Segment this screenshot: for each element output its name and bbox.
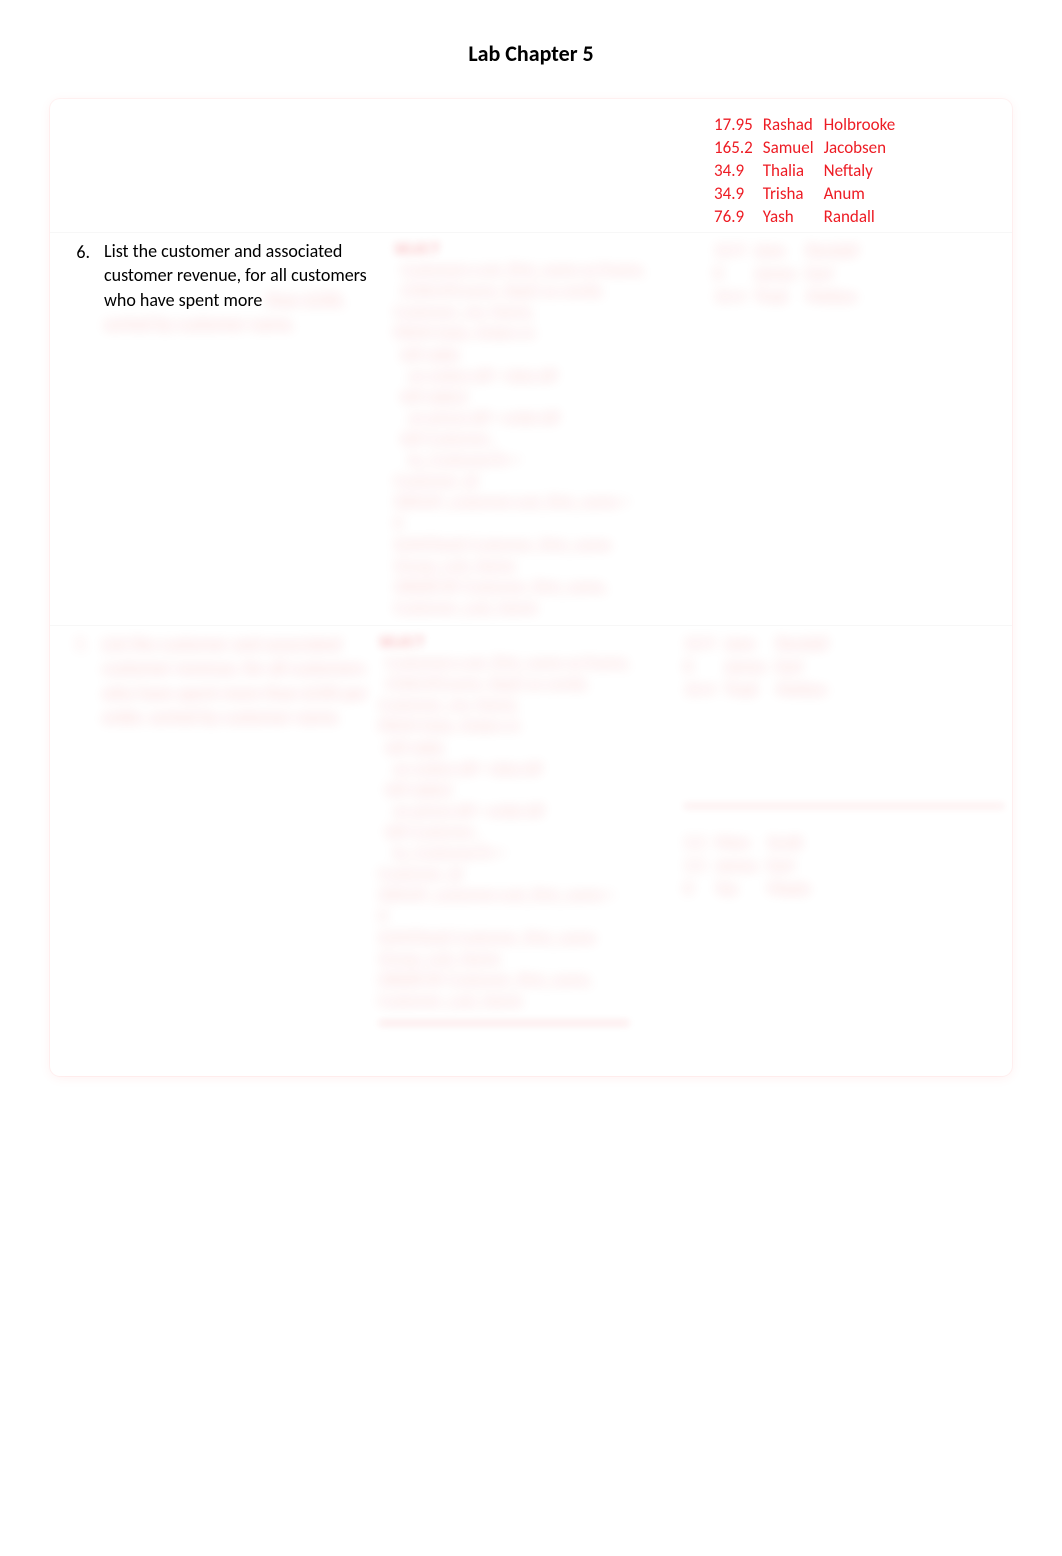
divider	[684, 805, 1004, 807]
sql-body: Customers.cust_first_name as fname, CONC…	[394, 260, 698, 619]
question-text-hidden: List the customer and associated custome…	[102, 633, 367, 728]
table-row: 76.9YashRandall	[714, 205, 905, 228]
sql-keyword: SELECT	[394, 239, 698, 260]
table-row: 14.9JaneRandall	[714, 239, 868, 262]
table-row: 165.2SamuelJacobsen	[714, 136, 905, 159]
table-row: 3.5MarcScott	[684, 831, 820, 854]
question-row-6: 6. List the customer and associated cust…	[50, 232, 1012, 625]
question-number: 7.	[58, 632, 102, 656]
table-row: 17.95RashadHolbrooke	[714, 113, 905, 136]
table-row: 14.4ThaliMelton	[714, 285, 868, 308]
divider	[379, 1022, 629, 1024]
result-table-prev: 17.95RashadHolbrooke 165.2SamuelJacobsen…	[714, 113, 905, 228]
prev-result-row: 17.95RashadHolbrooke 165.2SamuelJacobsen…	[50, 107, 1012, 232]
sql-body: Customers.cust_first_name as fname, CONC…	[379, 653, 668, 1012]
table-row: 0JamesEarl	[684, 655, 838, 678]
table-row: 34.9ThaliaNeftaly	[714, 159, 905, 182]
page-title: Lab Chapter 5	[20, 40, 1042, 67]
result-table-7b: 3.5MarcScott 3.5JamesEarl 0YazMaxie	[684, 831, 820, 900]
table-row: 14.4ThaliMelton	[684, 678, 838, 701]
result-table-7a: 14.9JaneRandall 0JamesEarl 14.4ThaliMelt…	[684, 632, 838, 701]
result-table-6: 14.9JaneRandall 0JamesEarl 14.4ThaliMelt…	[714, 239, 868, 308]
table-row: 34.9TrishaAnum	[714, 182, 905, 205]
table-row: 3.5JamesEarl	[684, 854, 820, 877]
table-row: 0JamesEarl	[714, 262, 868, 285]
table-row: 0YazMaxie	[684, 877, 820, 900]
worksheet: 17.95RashadHolbrooke 165.2SamuelJacobsen…	[50, 99, 1012, 1076]
question-number: 6.	[58, 239, 104, 263]
sql-keyword: SELECT	[379, 632, 668, 653]
table-row: 14.9JaneRandall	[684, 632, 838, 655]
question-row-7: 7. List the customer and associated cust…	[50, 625, 1012, 1048]
